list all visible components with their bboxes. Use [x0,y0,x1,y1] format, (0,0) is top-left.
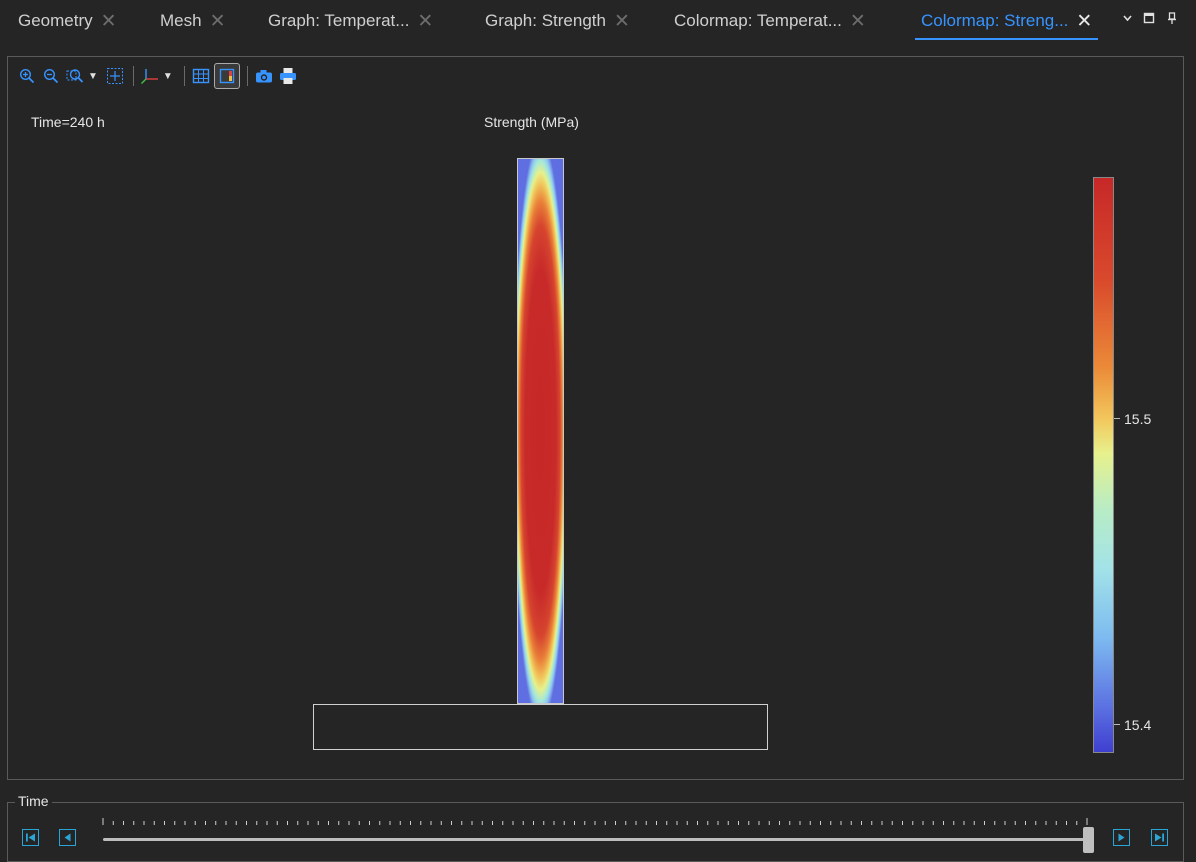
tab-mesh[interactable]: Mesh ✕ [160,0,226,42]
tab-label: Mesh [160,11,202,30]
tab-colormap-temperature[interactable]: Colormap: Temperat... ✕ [674,0,866,42]
tab-graph-strength[interactable]: Graph: Strength ✕ [485,0,630,42]
colormap-plot-panel: ▼ ▼ Time=240 h Strength (MPa) 15.5 15.4 [7,56,1184,780]
print-icon[interactable] [277,65,299,87]
first-frame-icon[interactable] [22,829,39,846]
tab-label: Colormap: Temperat... [674,11,842,30]
tab-label: Geometry [18,11,93,30]
next-frame-icon[interactable] [1113,829,1130,846]
grid-icon[interactable] [190,65,212,87]
pin-icon[interactable] [1167,12,1177,28]
axes-dropdown-arrow[interactable]: ▼ [163,71,173,82]
tab-label: Graph: Strength [485,11,606,30]
previous-frame-icon[interactable] [59,829,76,846]
strength-colormap-column [517,158,564,704]
fit-extents-icon[interactable] [104,65,126,87]
legend-toggle-icon[interactable] [213,63,240,89]
foundation-outline [313,704,768,750]
legend-tick [1114,418,1120,419]
maximize-icon[interactable] [1143,12,1155,27]
document-tab-bar: Geometry ✕ Mesh ✕ Graph: Temperat... ✕ G… [0,0,1196,42]
colormap-fill [518,159,563,703]
plot-toolbar: ▼ ▼ [16,63,301,89]
toolbar-separator [183,66,185,86]
close-icon[interactable]: ✕ [101,10,117,33]
last-frame-icon[interactable] [1151,829,1168,846]
time-readout: Time=240 h [31,114,105,130]
tab-label: Colormap: Streng... [921,11,1069,30]
zoom-dropdown-arrow[interactable]: ▼ [88,71,98,82]
zoom-box-icon[interactable] [64,65,86,87]
toolbar-separator [246,66,248,86]
time-group-box [7,802,1184,862]
legend-tick [1114,724,1120,725]
time-slider-thumb[interactable] [1083,827,1094,853]
tab-label: Graph: Temperat... [268,11,410,30]
tab-graph-temperature[interactable]: Graph: Temperat... ✕ [268,0,433,42]
zoom-out-icon[interactable] [40,65,62,87]
legend-tick-label: 15.5 [1124,411,1152,427]
plot-title: Strength (MPa) [484,114,579,130]
close-icon[interactable]: ✕ [1076,10,1092,33]
camera-icon[interactable] [253,65,275,87]
close-icon[interactable]: ✕ [614,10,630,33]
tab-colormap-strength[interactable]: Colormap: Streng... ✕ [914,0,1099,42]
time-group-title: Time [15,793,52,809]
tab-geometry[interactable]: Geometry ✕ [18,0,117,42]
zoom-in-icon[interactable] [16,65,38,87]
close-icon[interactable]: ✕ [210,10,226,33]
color-legend-bar [1093,177,1114,753]
axes-triad-icon[interactable] [139,65,161,87]
time-slider-ticks [102,818,1088,825]
close-icon[interactable]: ✕ [850,10,866,33]
close-icon[interactable]: ✕ [417,10,433,33]
toolbar-separator [132,66,134,86]
legend-tick-label: 15.4 [1124,717,1152,733]
chevron-down-icon[interactable] [1122,12,1133,27]
time-slider-track[interactable] [103,838,1087,841]
